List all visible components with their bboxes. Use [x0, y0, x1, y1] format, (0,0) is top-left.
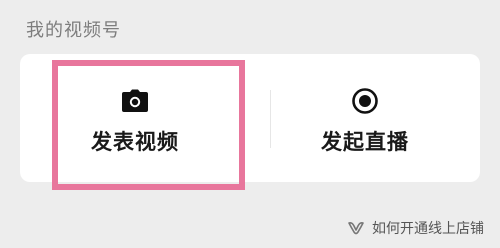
wechat-channels-icon	[346, 218, 366, 238]
start-live-label: 发起直播	[321, 130, 409, 154]
publish-video-button[interactable]: 发表视频	[20, 54, 250, 182]
camera-icon	[120, 86, 150, 116]
start-live-button[interactable]: 发起直播	[250, 54, 480, 182]
watermark: 如何开通线上店铺	[346, 218, 484, 238]
publish-video-label: 发表视频	[91, 130, 179, 154]
watermark-text: 如何开通线上店铺	[372, 221, 484, 237]
channels-action-card: 发表视频 发起直播	[20, 54, 480, 182]
section-title: 我的视频号	[26, 20, 121, 41]
record-icon	[350, 86, 380, 116]
